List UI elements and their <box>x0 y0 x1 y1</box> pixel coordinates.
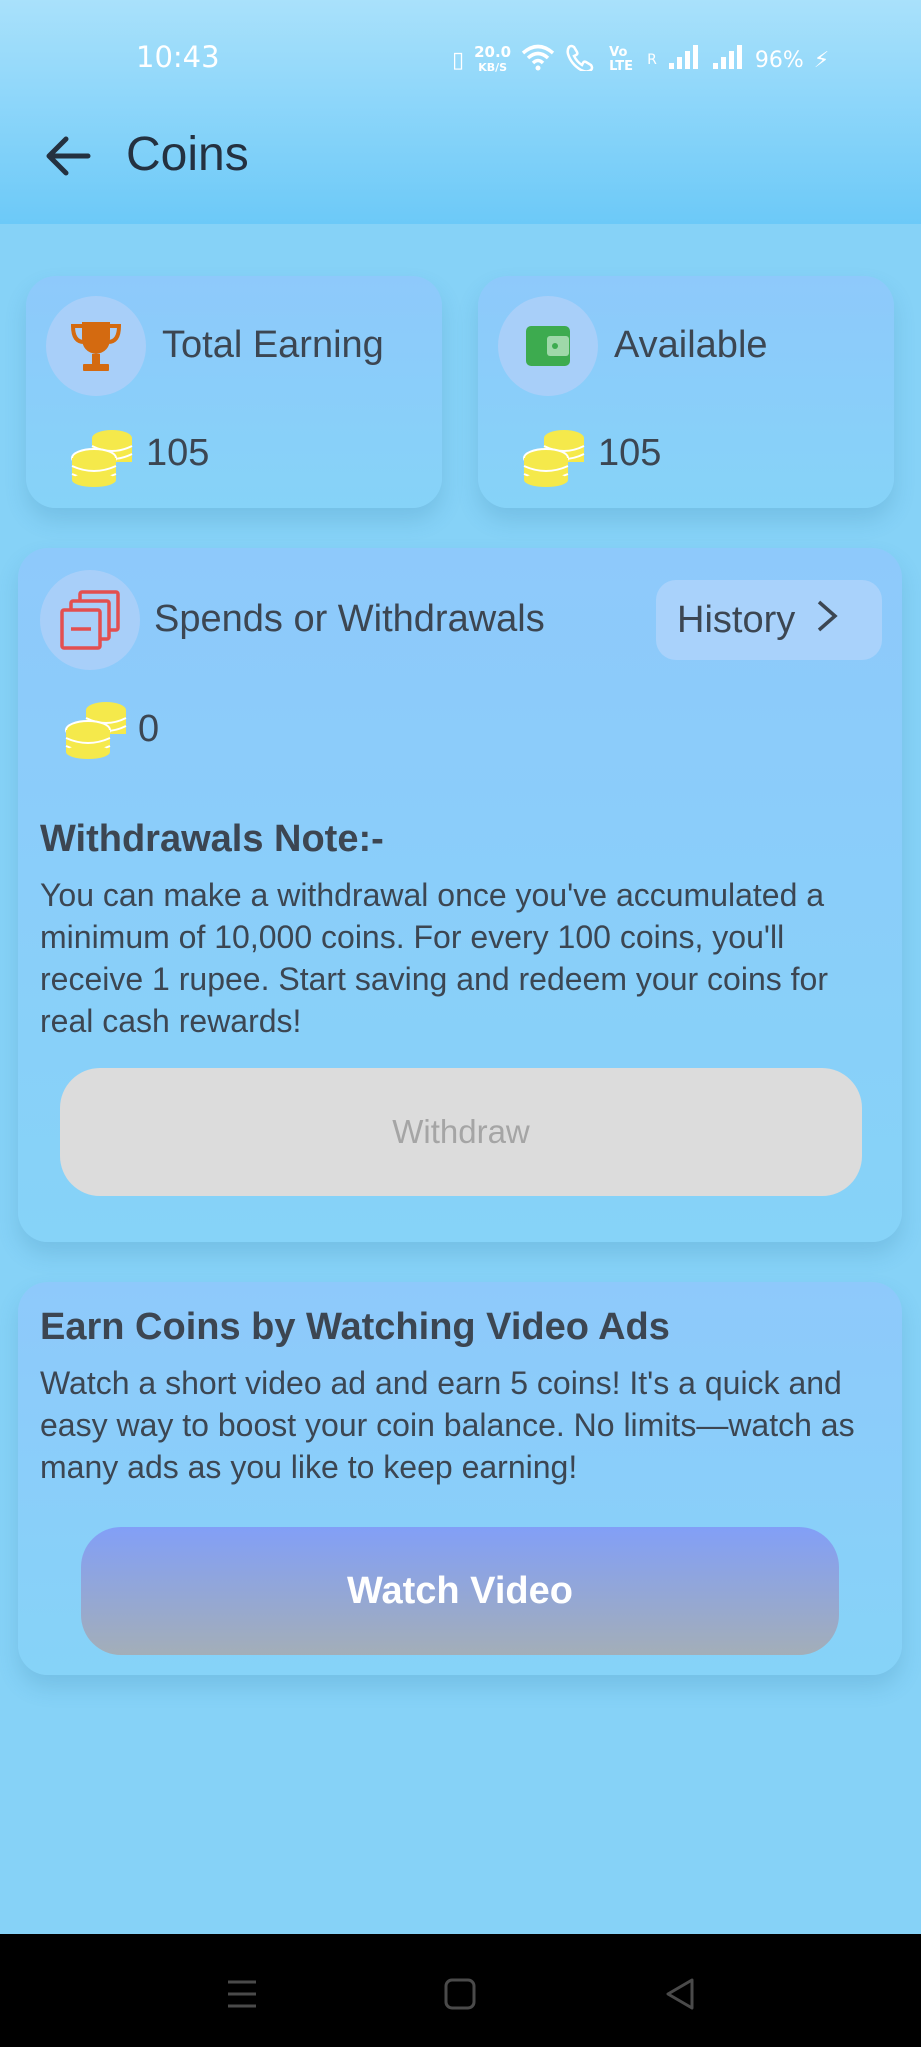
roaming-indicator: R <box>647 52 657 68</box>
wallet-icon-circle <box>498 296 598 396</box>
wifi-icon <box>521 43 555 77</box>
volte-badge: Vo LTE <box>609 45 634 74</box>
trophy-icon-circle <box>46 296 146 396</box>
watch-video-button[interactable]: Watch Video <box>81 1527 839 1655</box>
total-earning-card: Total Earning 105 <box>26 276 442 508</box>
back-nav-button[interactable] <box>650 1964 710 2024</box>
trophy-icon <box>70 322 122 371</box>
signal-icon-1 <box>667 43 701 77</box>
net-speed: 20.0 KB/S <box>474 45 511 75</box>
top-bar: 10:43 ▯ 20.0 KB/S Vo LTE R 96% ⚡ Coins <box>0 0 921 224</box>
status-time: 10:43 <box>136 40 220 74</box>
stacked-cards-icon <box>60 590 120 650</box>
home-button[interactable] <box>430 1964 490 2024</box>
withdrawals-note-title: Withdrawals Note:- <box>40 818 384 860</box>
spends-icon-circle <box>40 570 140 670</box>
page-title: Coins <box>126 128 249 181</box>
back-triangle-icon <box>666 1978 694 2010</box>
vibrate-icon: ▯ <box>452 47 465 73</box>
earn-title: Earn Coins by Watching Video Ads <box>40 1306 670 1348</box>
net-speed-value: 20.0 <box>474 43 512 61</box>
earn-body: Watch a short video ad and earn 5 coins!… <box>40 1365 855 1485</box>
history-button[interactable]: History <box>656 580 882 660</box>
withdrawals-note-body: You can make a withdrawal once you've ac… <box>40 877 828 1039</box>
total-earning-label: Total Earning <box>162 324 384 366</box>
status-bar: 10:43 ▯ 20.0 KB/S Vo LTE R 96% ⚡ <box>0 36 921 80</box>
wallet-icon <box>526 326 570 366</box>
recent-apps-button[interactable] <box>212 1964 272 2024</box>
available-card: Available 105 <box>478 276 894 508</box>
available-label: Available <box>614 324 768 366</box>
coin-stack-icon <box>523 430 585 487</box>
coin-stack-icon <box>65 702 127 759</box>
battery-percent: 96% <box>754 47 804 73</box>
total-earning-amount: 105 <box>146 432 210 474</box>
back-arrow-icon <box>46 136 91 176</box>
status-icons: ▯ 20.0 KB/S Vo LTE R 96% ⚡ <box>452 40 829 80</box>
charging-bolt-icon: ⚡ <box>813 47 830 73</box>
net-speed-unit: KB/S <box>478 61 508 74</box>
wifi-call-icon <box>565 43 599 77</box>
spends-amount: 0 <box>138 708 160 750</box>
back-button[interactable] <box>40 128 96 184</box>
history-label: History <box>677 598 796 641</box>
available-amount: 105 <box>598 432 662 474</box>
spends-label: Spends or Withdrawals <box>154 598 545 640</box>
chevron-right-icon <box>813 599 841 642</box>
home-icon <box>444 1978 476 2010</box>
system-nav-bar <box>0 1934 921 2047</box>
coin-stack-icon <box>71 430 133 487</box>
withdraw-button[interactable]: Withdraw <box>60 1068 862 1196</box>
menu-icon <box>228 1980 256 2008</box>
signal-icon-2 <box>711 43 745 77</box>
